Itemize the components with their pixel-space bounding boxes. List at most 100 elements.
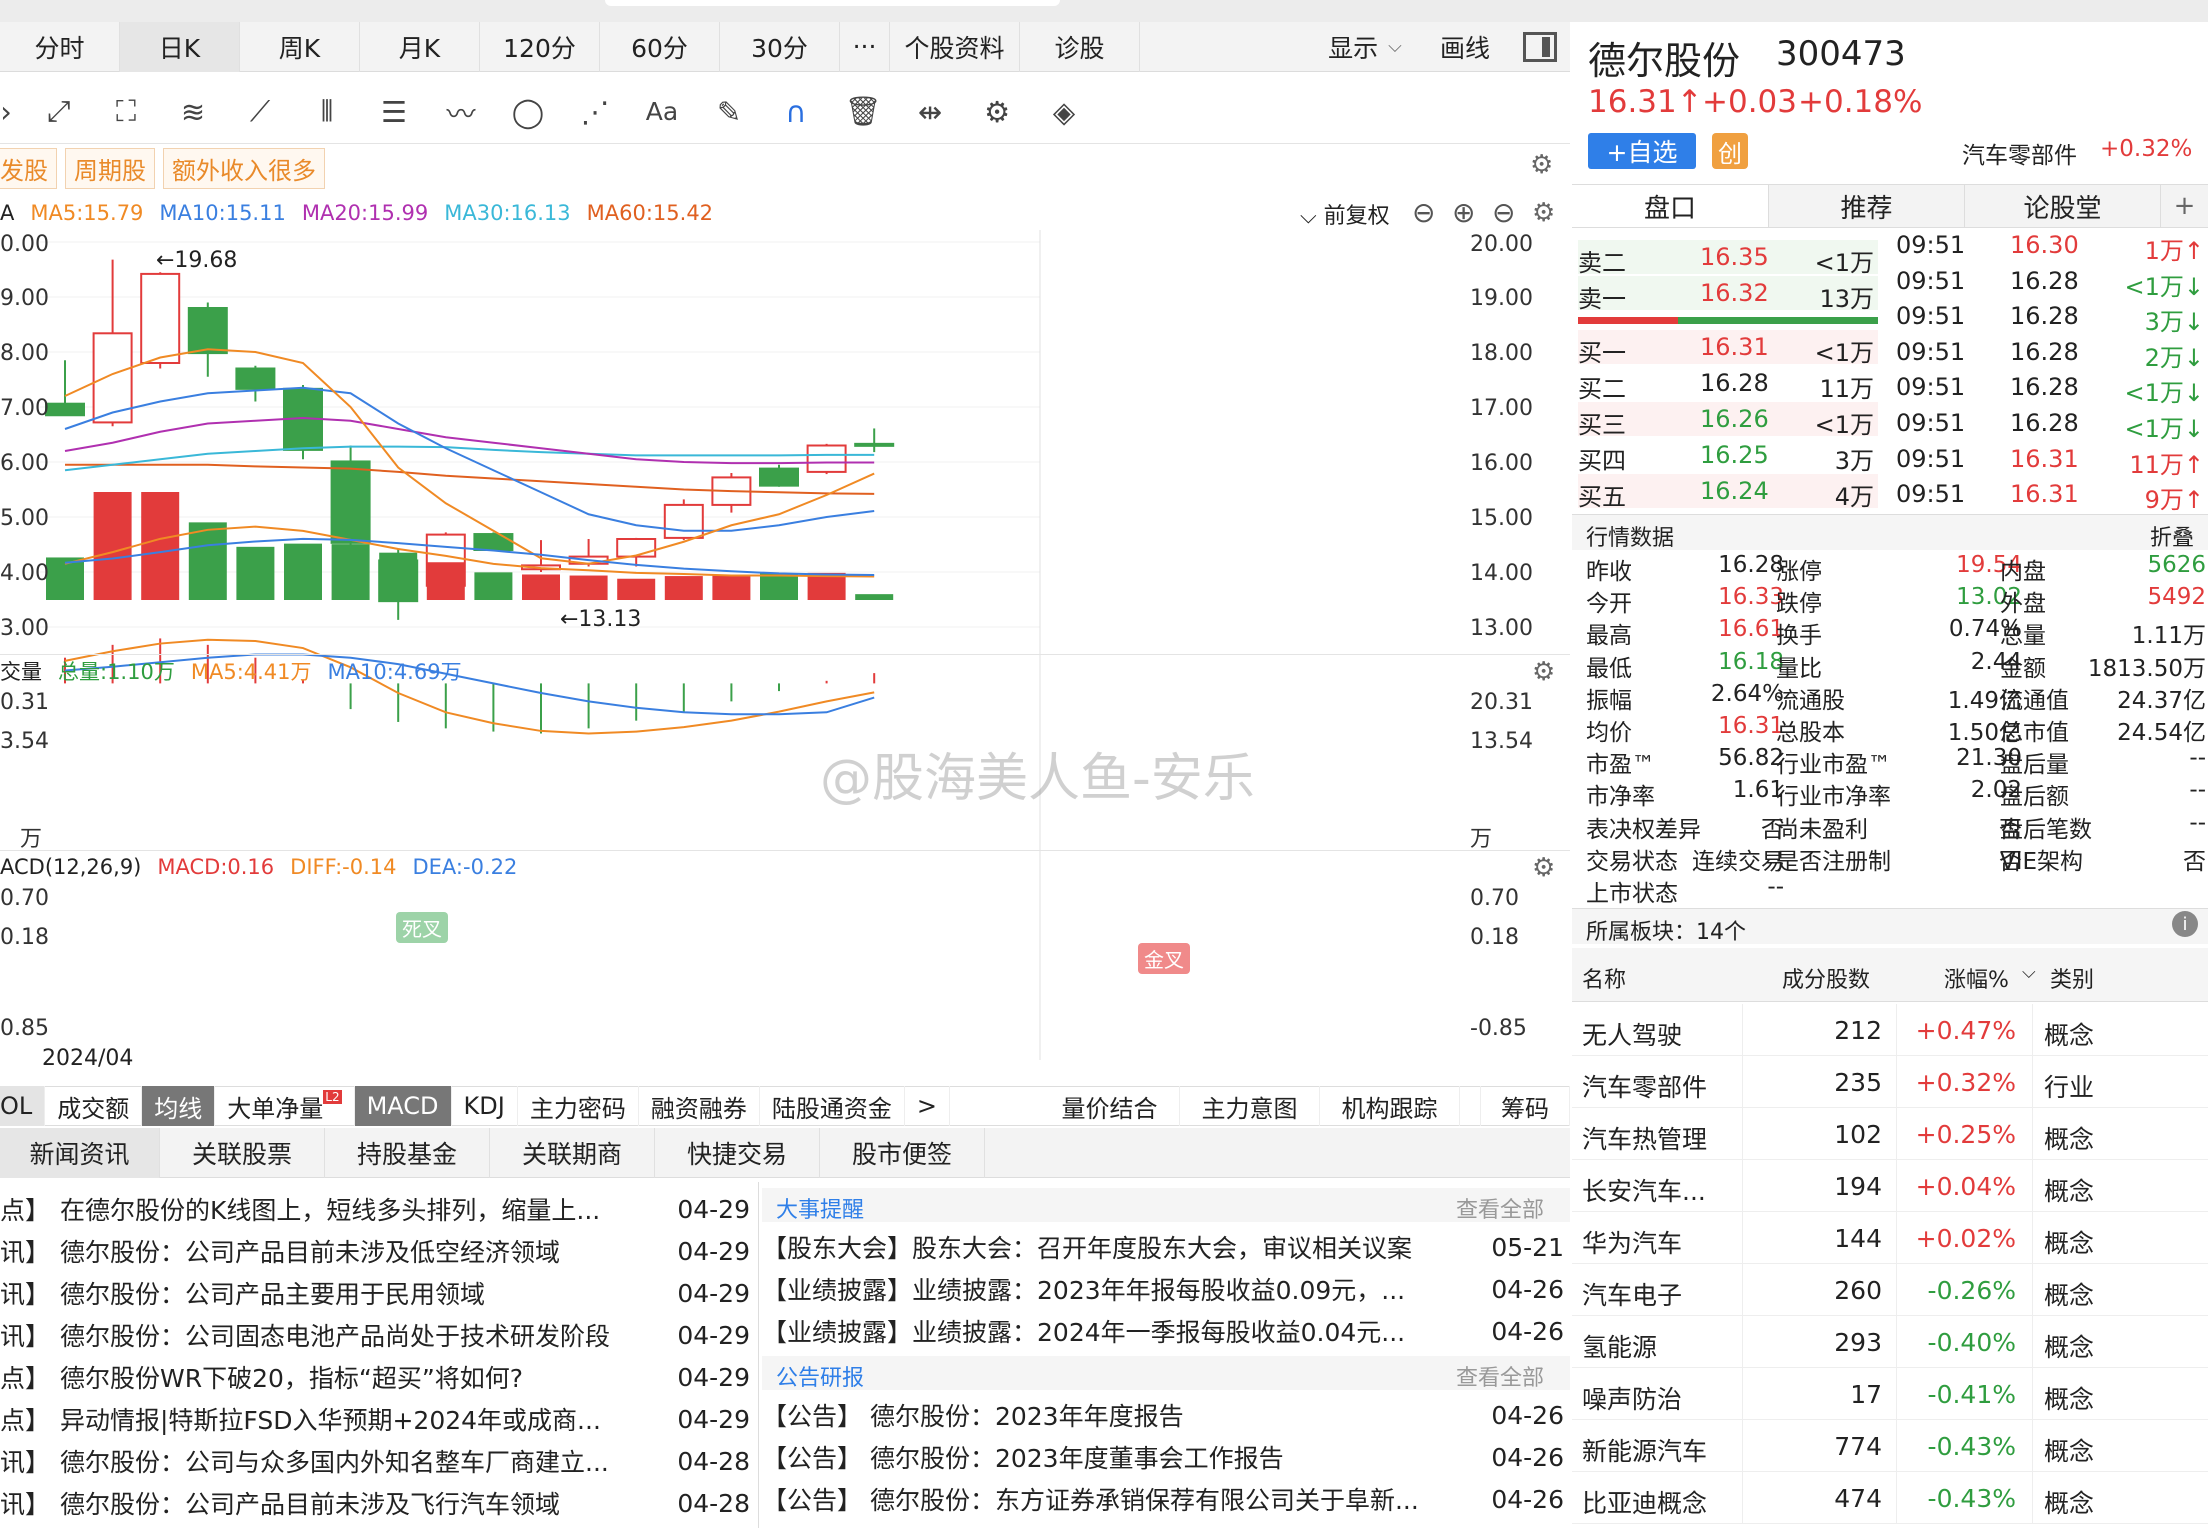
candle[interactable] [330, 460, 371, 544]
arrow-left-icon[interactable]: › [0, 92, 12, 132]
report-item[interactable]: 【公告】 德尔股份：东方证券承销保荐有限公司关于阜新... 04-26 [762, 1478, 1570, 1520]
candle[interactable] [663, 503, 704, 539]
order-book-row[interactable]: 买五 16.24 4万 [1578, 474, 1878, 511]
sector-name[interactable]: 汽车零部件 [1962, 136, 2077, 170]
ind-tab-amount[interactable]: 成交额 [45, 1086, 143, 1126]
text-tool-icon[interactable]: Aa [642, 92, 682, 132]
add-watchlist-button[interactable]: +自选 [1588, 133, 1696, 169]
tab-monthly-k[interactable]: 月K [360, 21, 480, 72]
gear-icon[interactable]: ⚙ [1532, 657, 1555, 687]
news-tab-news[interactable]: 新闻资讯 [0, 1127, 160, 1178]
sector-row[interactable]: 比亚迪概念 474 -0.43% 概念 [1572, 1472, 2208, 1524]
sector-row[interactable]: 汽车电子 260 -0.26% 概念 [1572, 1264, 2208, 1316]
col-pct[interactable]: 涨幅% [1944, 962, 2009, 994]
display-dropdown[interactable]: 显示 ⌵ [1310, 22, 1420, 72]
search-slot[interactable] [605, 0, 1060, 6]
tab-120min[interactable]: 120分 [480, 21, 600, 72]
tab-weekly-k[interactable]: 周K [240, 21, 360, 72]
sidebar-toggle-icon[interactable] [1510, 22, 1570, 72]
news-item[interactable]: 讯】 德尔股份：公司固态电池产品尚处于技术研发阶段 04-29 [0, 1314, 760, 1356]
news-item[interactable]: 点】 德尔股份WR下破20，指标“超买”将如何? 04-29 [0, 1356, 760, 1398]
ind-tab-chips[interactable]: 筹码 [1480, 1086, 1570, 1126]
adjust-dropdown[interactable]: ⌵ 前复权 [1300, 198, 1406, 230]
circle-tool-icon[interactable]: ◯ [508, 92, 548, 132]
tab-diagnose[interactable]: 诊股 [1020, 21, 1140, 72]
sector-row[interactable]: 华为汽车 144 +0.02% 概念 [1572, 1212, 2208, 1264]
ind-tab-kdj[interactable]: KDJ [452, 1086, 518, 1126]
minus-circle-icon[interactable]: ⊖ [1412, 196, 1435, 229]
plus-circle-icon[interactable]: ⊕ [1452, 196, 1475, 229]
news-tab-related[interactable]: 关联股票 [160, 1127, 325, 1178]
order-book-row[interactable]: 卖二 16.35 <1万 [1578, 240, 1878, 277]
gann-tool-icon[interactable]: ⋰ [575, 92, 615, 132]
gear-icon[interactable]: ⚙ [1532, 853, 1555, 883]
ind-tab-main-code[interactable]: 主力密码 [518, 1086, 639, 1126]
candle[interactable] [140, 272, 181, 364]
magnet-icon[interactable]: ∩ [776, 92, 816, 132]
news-item[interactable]: 讯】 德尔股份：公司产品目前未涉及飞行汽车领域 04-28 [0, 1482, 760, 1524]
sector-row[interactable]: 汽车热管理 102 +0.25% 概念 [1572, 1108, 2208, 1160]
sector-row[interactable]: 噪声防治 17 -0.41% 概念 [1572, 1368, 2208, 1420]
report-item[interactable]: 【公告】 德尔股份：2023年度董事会工作报告 04-26 [762, 1436, 1570, 1478]
event-more-link[interactable]: 查看全部 [1456, 1192, 1544, 1224]
tab-60min[interactable]: 60分 [600, 21, 720, 72]
event-item[interactable]: 【股东大会】股东大会：召开年度股东大会，审议相关议案 05-21 [762, 1226, 1570, 1268]
event-item[interactable]: 【业绩披露】业绩披露：2024年一季报每股收益0.04元... 04-26 [762, 1310, 1570, 1352]
candle[interactable] [616, 538, 657, 558]
tag-item[interactable]: 发股 [0, 147, 57, 189]
tab-recommend[interactable]: 推荐 [1768, 185, 1964, 227]
col-type[interactable]: 类别 [2050, 962, 2094, 994]
channel-tool-icon[interactable]: ⟋ [240, 92, 280, 132]
ind-tab-ma[interactable]: 均线 [142, 1086, 216, 1126]
minus-circle-icon[interactable]: ⊖ [1492, 196, 1515, 229]
draw-line-button[interactable]: 画线 [1420, 22, 1510, 72]
crop-tool-icon[interactable]: ⛶ [106, 92, 146, 132]
order-book-row[interactable]: 买一 16.31 <1万 [1578, 330, 1878, 367]
split-icon[interactable]: ⇹ [910, 92, 950, 132]
tag-item[interactable]: 周期股 [65, 147, 155, 189]
order-book-row[interactable]: 买三 16.26 <1万 [1578, 402, 1878, 439]
tab-stock-profile[interactable]: 个股资料 [890, 21, 1020, 72]
candle[interactable] [759, 467, 799, 487]
eraser-icon[interactable]: ✎ [709, 92, 749, 132]
tab-order-book[interactable]: 盘口 [1572, 185, 1768, 227]
news-tab-funds[interactable]: 持股基金 [325, 1127, 490, 1178]
col-name[interactable]: 名称 [1582, 962, 1626, 994]
news-item[interactable]: 讯】 德尔股份：公司产品主要用于民用领域 04-29 [0, 1272, 760, 1314]
info-icon[interactable]: i [2172, 911, 2198, 937]
ind-tab-northbound[interactable]: 陆股通资金 [760, 1086, 905, 1126]
candle[interactable] [806, 444, 847, 473]
sector-row[interactable]: 长安汽车... 194 +0.04% 概念 [1572, 1160, 2208, 1212]
ind-tab-macd[interactable]: MACD [354, 1086, 452, 1126]
fibonacci-icon[interactable]: ☰ [374, 92, 414, 132]
report-item[interactable]: 【公告】 德尔股份：2023年年度报告 04-26 [762, 1394, 1570, 1436]
tag-item[interactable]: 额外收入很多 [163, 147, 325, 189]
ind-tab-institution[interactable]: 机构跟踪 [1320, 1086, 1460, 1126]
sector-row[interactable]: 氢能源 293 -0.40% 概念 [1572, 1316, 2208, 1368]
ind-tab-margin[interactable]: 融资融券 [639, 1086, 760, 1126]
line-tool-icon[interactable]: ⤢ [39, 92, 79, 132]
candle[interactable] [235, 367, 276, 390]
report-more-link[interactable]: 查看全部 [1456, 1360, 1544, 1392]
news-item[interactable]: 讯】 德尔股份：公司与众多国内外知名整车厂商建立... 04-28 [0, 1440, 760, 1482]
col-count[interactable]: 成分股数 [1782, 962, 1870, 994]
fold-button[interactable]: 折叠 [2150, 520, 2194, 552]
news-item[interactable]: 点】 异动情报|特斯拉FSD入华预期+2024年或成商... 04-29 [0, 1398, 760, 1440]
tab-30min[interactable]: 30分 [720, 21, 840, 72]
news-tab-quick-trade[interactable]: 快捷交易 [655, 1127, 820, 1178]
tab-daily-k[interactable]: 日K [120, 21, 240, 72]
tab-fenshi[interactable]: 分时 [0, 21, 120, 72]
ind-tab-vol[interactable]: OL [0, 1086, 46, 1126]
tab-forum[interactable]: 论股堂 [1964, 185, 2160, 227]
chevron-right-icon[interactable]: > [905, 1086, 950, 1126]
event-item[interactable]: 【业绩披露】业绩披露：2023年年报每股收益0.09元，... 04-26 [762, 1268, 1570, 1310]
sort-down-icon[interactable]: ⌵ [2022, 962, 2036, 983]
ind-tab-main-intent[interactable]: 主力意图 [1180, 1086, 1320, 1126]
ind-tab-bigorder[interactable]: 大单净量 L2 [215, 1086, 355, 1126]
tab-more[interactable]: ··· [840, 21, 890, 72]
settings-gear-icon[interactable]: ⚙ [977, 92, 1017, 132]
trash-icon[interactable]: 🗑 [843, 92, 883, 132]
add-tab-icon[interactable]: + [2160, 185, 2208, 227]
order-book-row[interactable]: 买二 16.28 11万 [1578, 366, 1878, 403]
order-book-row[interactable]: 卖一 16.32 13万 [1578, 276, 1878, 313]
